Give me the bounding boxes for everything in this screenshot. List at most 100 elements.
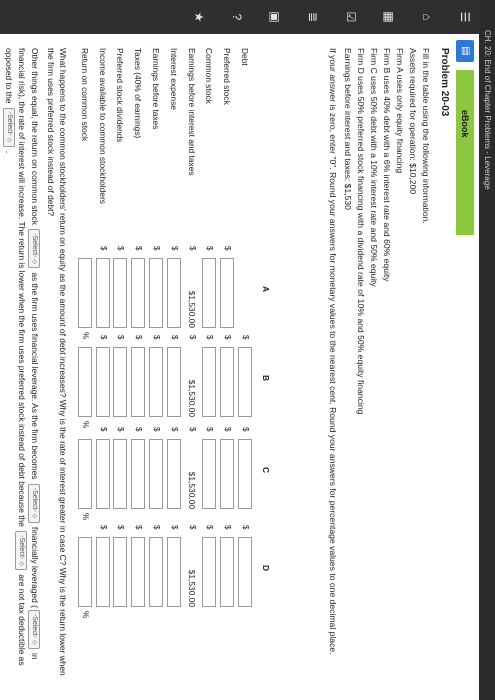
checklist-icon[interactable]: ☑ (343, 9, 359, 25)
dollar-sign: $ (205, 335, 215, 340)
problem-line: Firm A uses only equity financing (395, 48, 405, 174)
cell-d: $ (147, 525, 164, 611)
menu-icon[interactable]: ☰ (457, 9, 473, 25)
answer-input[interactable] (202, 537, 217, 607)
answer-input[interactable] (95, 347, 110, 417)
problem-line: Firm D uses 50% preferred stock financin… (356, 48, 366, 415)
help-icon[interactable]: ? (229, 9, 245, 25)
dollar-sign: $ (98, 246, 108, 251)
table-row: Debt $ $ $ (236, 48, 253, 688)
answer-input[interactable] (238, 537, 252, 607)
dollar-sign: $ (152, 335, 161, 340)
table-row: Earnings before taxes $ $ $ $ (147, 48, 164, 688)
chevron-down-icon: ◇ (5, 137, 12, 143)
cell-b: $ (94, 335, 111, 421)
answer-input[interactable] (77, 439, 92, 509)
bookmark-icon[interactable]: ▣ (267, 9, 283, 25)
answer-input[interactable] (238, 439, 252, 509)
ebook-label[interactable]: eBook (456, 70, 474, 235)
answer-input[interactable] (77, 258, 92, 328)
dollar-sign: $ (134, 427, 144, 432)
answer-input[interactable] (166, 537, 181, 607)
answer-input[interactable] (166, 439, 181, 509)
select-interest-expense[interactable]: -Select-◇ (2, 107, 15, 147)
dollar-sign: $ (223, 525, 233, 530)
ebit-value: $1,530.00 (186, 290, 197, 328)
dollar-sign: $ (241, 427, 250, 432)
answer-input[interactable] (77, 347, 92, 417)
answer-input[interactable] (202, 439, 217, 509)
answer-input[interactable] (149, 347, 163, 417)
answer-input[interactable] (131, 347, 146, 417)
row-label: Earnings before interest and taxes (186, 48, 197, 176)
answer-input[interactable] (95, 537, 110, 607)
dollar-sign: $ (187, 335, 197, 340)
star-icon[interactable]: ★ (191, 9, 207, 25)
row-label: Common stock (204, 48, 215, 104)
cell-b: $ $1,530.00 (183, 335, 200, 421)
answer-input[interactable] (220, 439, 235, 509)
answer-input[interactable] (113, 347, 128, 417)
answer-input[interactable] (220, 347, 235, 417)
select-return-direction[interactable]: -Select-◇ (28, 229, 41, 268)
answer-input[interactable] (131, 258, 146, 328)
problem-content: Problem 20-03 Fill in the table using th… (326, 48, 451, 688)
dollar-sign: $ (241, 525, 250, 530)
list-icon[interactable]: ≣ (305, 9, 321, 25)
book-icon: ▤ (456, 40, 474, 62)
select-preferred-dividends[interactable]: -Select-◇ (15, 531, 28, 570)
answer-input[interactable] (113, 439, 128, 509)
cell-d: $ (236, 525, 253, 611)
dollar-sign: $ (152, 246, 161, 251)
answer-input[interactable] (238, 347, 252, 417)
cell-d: $ (111, 525, 128, 611)
answer-input[interactable] (113, 537, 128, 607)
answer-input[interactable] (166, 347, 181, 417)
problem-line: Assets required for operation: $10,200 (408, 48, 418, 195)
dollar-sign: $ (223, 335, 233, 340)
problem-intro: Fill in the table using the following in… (421, 48, 431, 224)
answer-input[interactable] (202, 347, 217, 417)
cell-a: $ (94, 246, 111, 332)
problem-title: Problem 20-03 (439, 48, 450, 117)
answer-input[interactable] (166, 258, 181, 328)
answer-input[interactable] (220, 258, 235, 328)
answer-input[interactable] (149, 258, 163, 328)
ebook-tab[interactable]: ▤ eBook (455, 40, 475, 235)
table-row: Preferred stock dividends $ $ $ $ (111, 48, 128, 688)
breadcrumb: CH. 20: End of Chapter Problems - Levera… (483, 30, 492, 190)
row-label: Earnings before taxes (151, 48, 161, 130)
rotated-page: CH. 20: End of Chapter Problems - Levera… (0, 0, 495, 700)
answer-input[interactable] (149, 537, 163, 607)
cell-b: $ (147, 335, 164, 421)
answer-input[interactable] (95, 439, 110, 509)
answer-input[interactable] (131, 439, 146, 509)
column-header-c: C (261, 466, 271, 474)
select-leverage-degree[interactable]: -Select-◇ (28, 483, 41, 523)
cell-a: % (76, 246, 93, 339)
left-rail: ☰ ⌂ ▦ ☑ ≣ ▣ ? ★ (0, 0, 479, 34)
table-row: Taxes (40% of earnings) $ $ $ $ (129, 48, 146, 688)
dollar-sign: $ (169, 525, 179, 530)
home-icon[interactable]: ⌂ (419, 9, 435, 25)
ebook-icon[interactable]: ▦ (381, 9, 397, 25)
dollar-sign: $ (116, 525, 126, 530)
answer-input[interactable] (95, 258, 110, 328)
select-risk-change[interactable]: -Select-◇ (28, 609, 41, 649)
answer-input[interactable] (149, 439, 163, 509)
cell-d: $ (94, 525, 111, 611)
answer-input[interactable] (220, 537, 235, 607)
chevron-down-icon: ◇ (31, 259, 38, 264)
answer-input[interactable] (131, 537, 146, 607)
cell-a (236, 246, 253, 332)
answer-input[interactable] (113, 258, 128, 328)
chevron-down-icon: ◇ (18, 561, 25, 566)
answer-input[interactable] (202, 258, 217, 328)
row-label: Preferred stock (222, 48, 233, 105)
dollar-sign: $ (205, 525, 215, 530)
row-label: Return on common stock (79, 48, 90, 142)
cell-c: $ (147, 427, 164, 513)
problem-line: Firm C uses 50% debt with a 10% interest… (369, 48, 379, 287)
answer-input[interactable] (77, 537, 92, 607)
cell-d: $ $1,530.00 (183, 525, 200, 611)
